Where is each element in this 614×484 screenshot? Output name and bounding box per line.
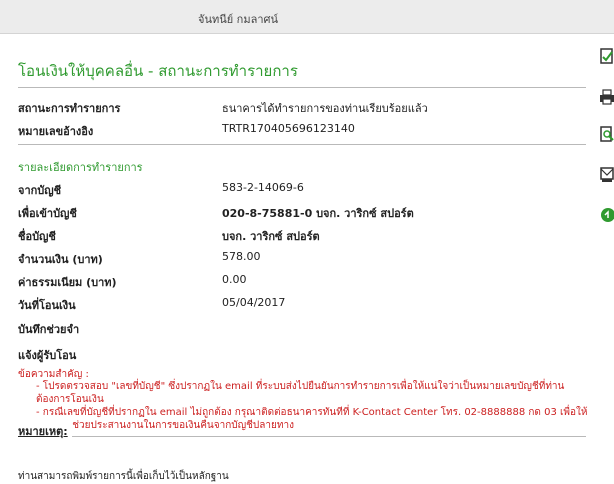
email-icon[interactable] xyxy=(600,166,614,184)
fee-value: 0.00 xyxy=(222,273,247,286)
page-title: โอนเงินให้บุคคลอื่น - สถานะการทำรายการ xyxy=(18,62,298,80)
reference-value: TRTR170405696123140 xyxy=(222,122,355,135)
important-item: - กรณีเลขที่บัญชีที่ปรากฏใน email ไม่ถูก… xyxy=(36,407,588,431)
transfer-date-label: วันที่โอนเงิน xyxy=(18,299,76,312)
amount-label: จำนวนเงิน (บาท) xyxy=(18,253,103,266)
print-icon[interactable] xyxy=(600,88,614,106)
document-check-icon[interactable] xyxy=(600,48,614,66)
to-account-value: 020-8-75881-0 บจก. วาริกซ์ สปอร์ต xyxy=(222,207,414,220)
transfer-date-value: 05/04/2017 xyxy=(222,296,286,309)
top-bar: จันทนีย์ กมลาศน์ xyxy=(0,0,614,34)
from-account-label: จากบัญชี xyxy=(18,184,62,197)
status-value: ธนาคารได้ทำรายการของท่านเรียบร้อยแล้ว xyxy=(222,102,428,115)
green-circle-icon[interactable] xyxy=(600,206,614,224)
details-section-title: รายละเอียดการทำรายการ xyxy=(18,161,143,174)
fee-label: ค่าธรรมเนียม (บาท) xyxy=(18,276,117,289)
from-account-value: 583-2-14069-6 xyxy=(222,181,304,194)
status-label: สถานะการทำรายการ xyxy=(18,102,121,115)
account-name-label: ชื่อบัญชี xyxy=(18,230,56,243)
document-search-icon[interactable] xyxy=(600,126,614,144)
remark-text: ท่านสามารถพิมพ์รายการนี้เพื่อเก็บไว้เป็น… xyxy=(18,471,229,482)
divider xyxy=(18,436,586,437)
amount-value: 578.00 xyxy=(222,250,261,263)
user-name: จันทนีย์ กมลาศน์ xyxy=(198,13,279,26)
account-name-value: บจก. วาริกซ์ สปอร์ต xyxy=(222,230,320,243)
to-account-label: เพื่อเข้าบัญชี xyxy=(18,207,77,220)
divider xyxy=(18,144,586,145)
remark-title: หมายเหตุ: xyxy=(18,422,72,440)
notify-recipient-label: แจ้งผู้รับโอน xyxy=(18,349,77,362)
memo-label: บันทึกช่วยจำ xyxy=(18,323,80,336)
reference-label: หมายเลขอ้างอิง xyxy=(18,125,94,138)
divider xyxy=(18,87,586,88)
important-item: - โปรดตรวจสอบ "เลขที่บัญชี" ซึ่งปรากฏใน … xyxy=(36,381,565,405)
